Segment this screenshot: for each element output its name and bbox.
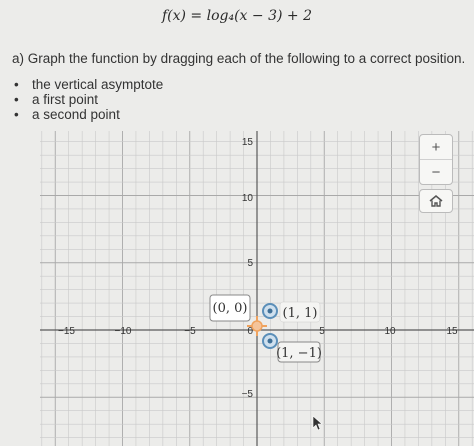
zoom-controls: + − [419, 134, 453, 185]
graph-canvas[interactable]: −15 −10 −5 0 5 10 15 15 10 5 −5 (0, 0) (… [40, 131, 474, 446]
task-item: a second point [14, 107, 163, 122]
task-item-label: a first point [32, 92, 99, 107]
graph-panel[interactable]: −15 −10 −5 0 5 10 15 15 10 5 −5 (0, 0) (… [40, 131, 474, 446]
y-tick-label: 5 [247, 258, 253, 269]
point-1-label-box: (1, 1) [279, 301, 321, 323]
y-tick-label: 10 [242, 193, 254, 204]
x-tick-label: −15 [58, 326, 75, 337]
origin-label-box[interactable]: (0, 0) [209, 294, 251, 322]
x-tick-label: −10 [115, 326, 132, 337]
arrow-cursor-icon [312, 415, 323, 431]
task-item-label: a second point [32, 107, 120, 122]
x-tick-label: 5 [319, 326, 325, 337]
y-tick-label: −5 [242, 389, 254, 400]
home-icon [429, 195, 443, 207]
x-tick-label: −5 [184, 326, 196, 337]
point-1-label: (1, 1) [283, 306, 318, 321]
home-button[interactable] [419, 189, 453, 213]
task-item: a first point [14, 92, 163, 107]
second-point-handle[interactable] [262, 333, 278, 349]
task-list: the vertical asymptote a first point a s… [14, 77, 163, 122]
zoom-in-button[interactable]: + [420, 135, 452, 159]
task-item: the vertical asymptote [14, 77, 163, 92]
task-item-label: the vertical asymptote [32, 77, 164, 92]
point-2-label: (1, −1) [276, 346, 322, 361]
function-equation: f(x) = log₄(x − 3) + 2 [161, 8, 312, 24]
point-2-label-box: (1, −1) [276, 341, 322, 363]
instruction-text: a) Graph the function by dragging each o… [12, 51, 466, 66]
origin-label: (0, 0) [213, 301, 248, 316]
x-tick-label: 10 [384, 326, 396, 337]
x-tick-label: 15 [446, 326, 458, 337]
y-tick-label: 15 [242, 137, 254, 148]
zoom-out-button[interactable]: − [420, 159, 452, 184]
first-point-handle[interactable] [262, 303, 278, 319]
